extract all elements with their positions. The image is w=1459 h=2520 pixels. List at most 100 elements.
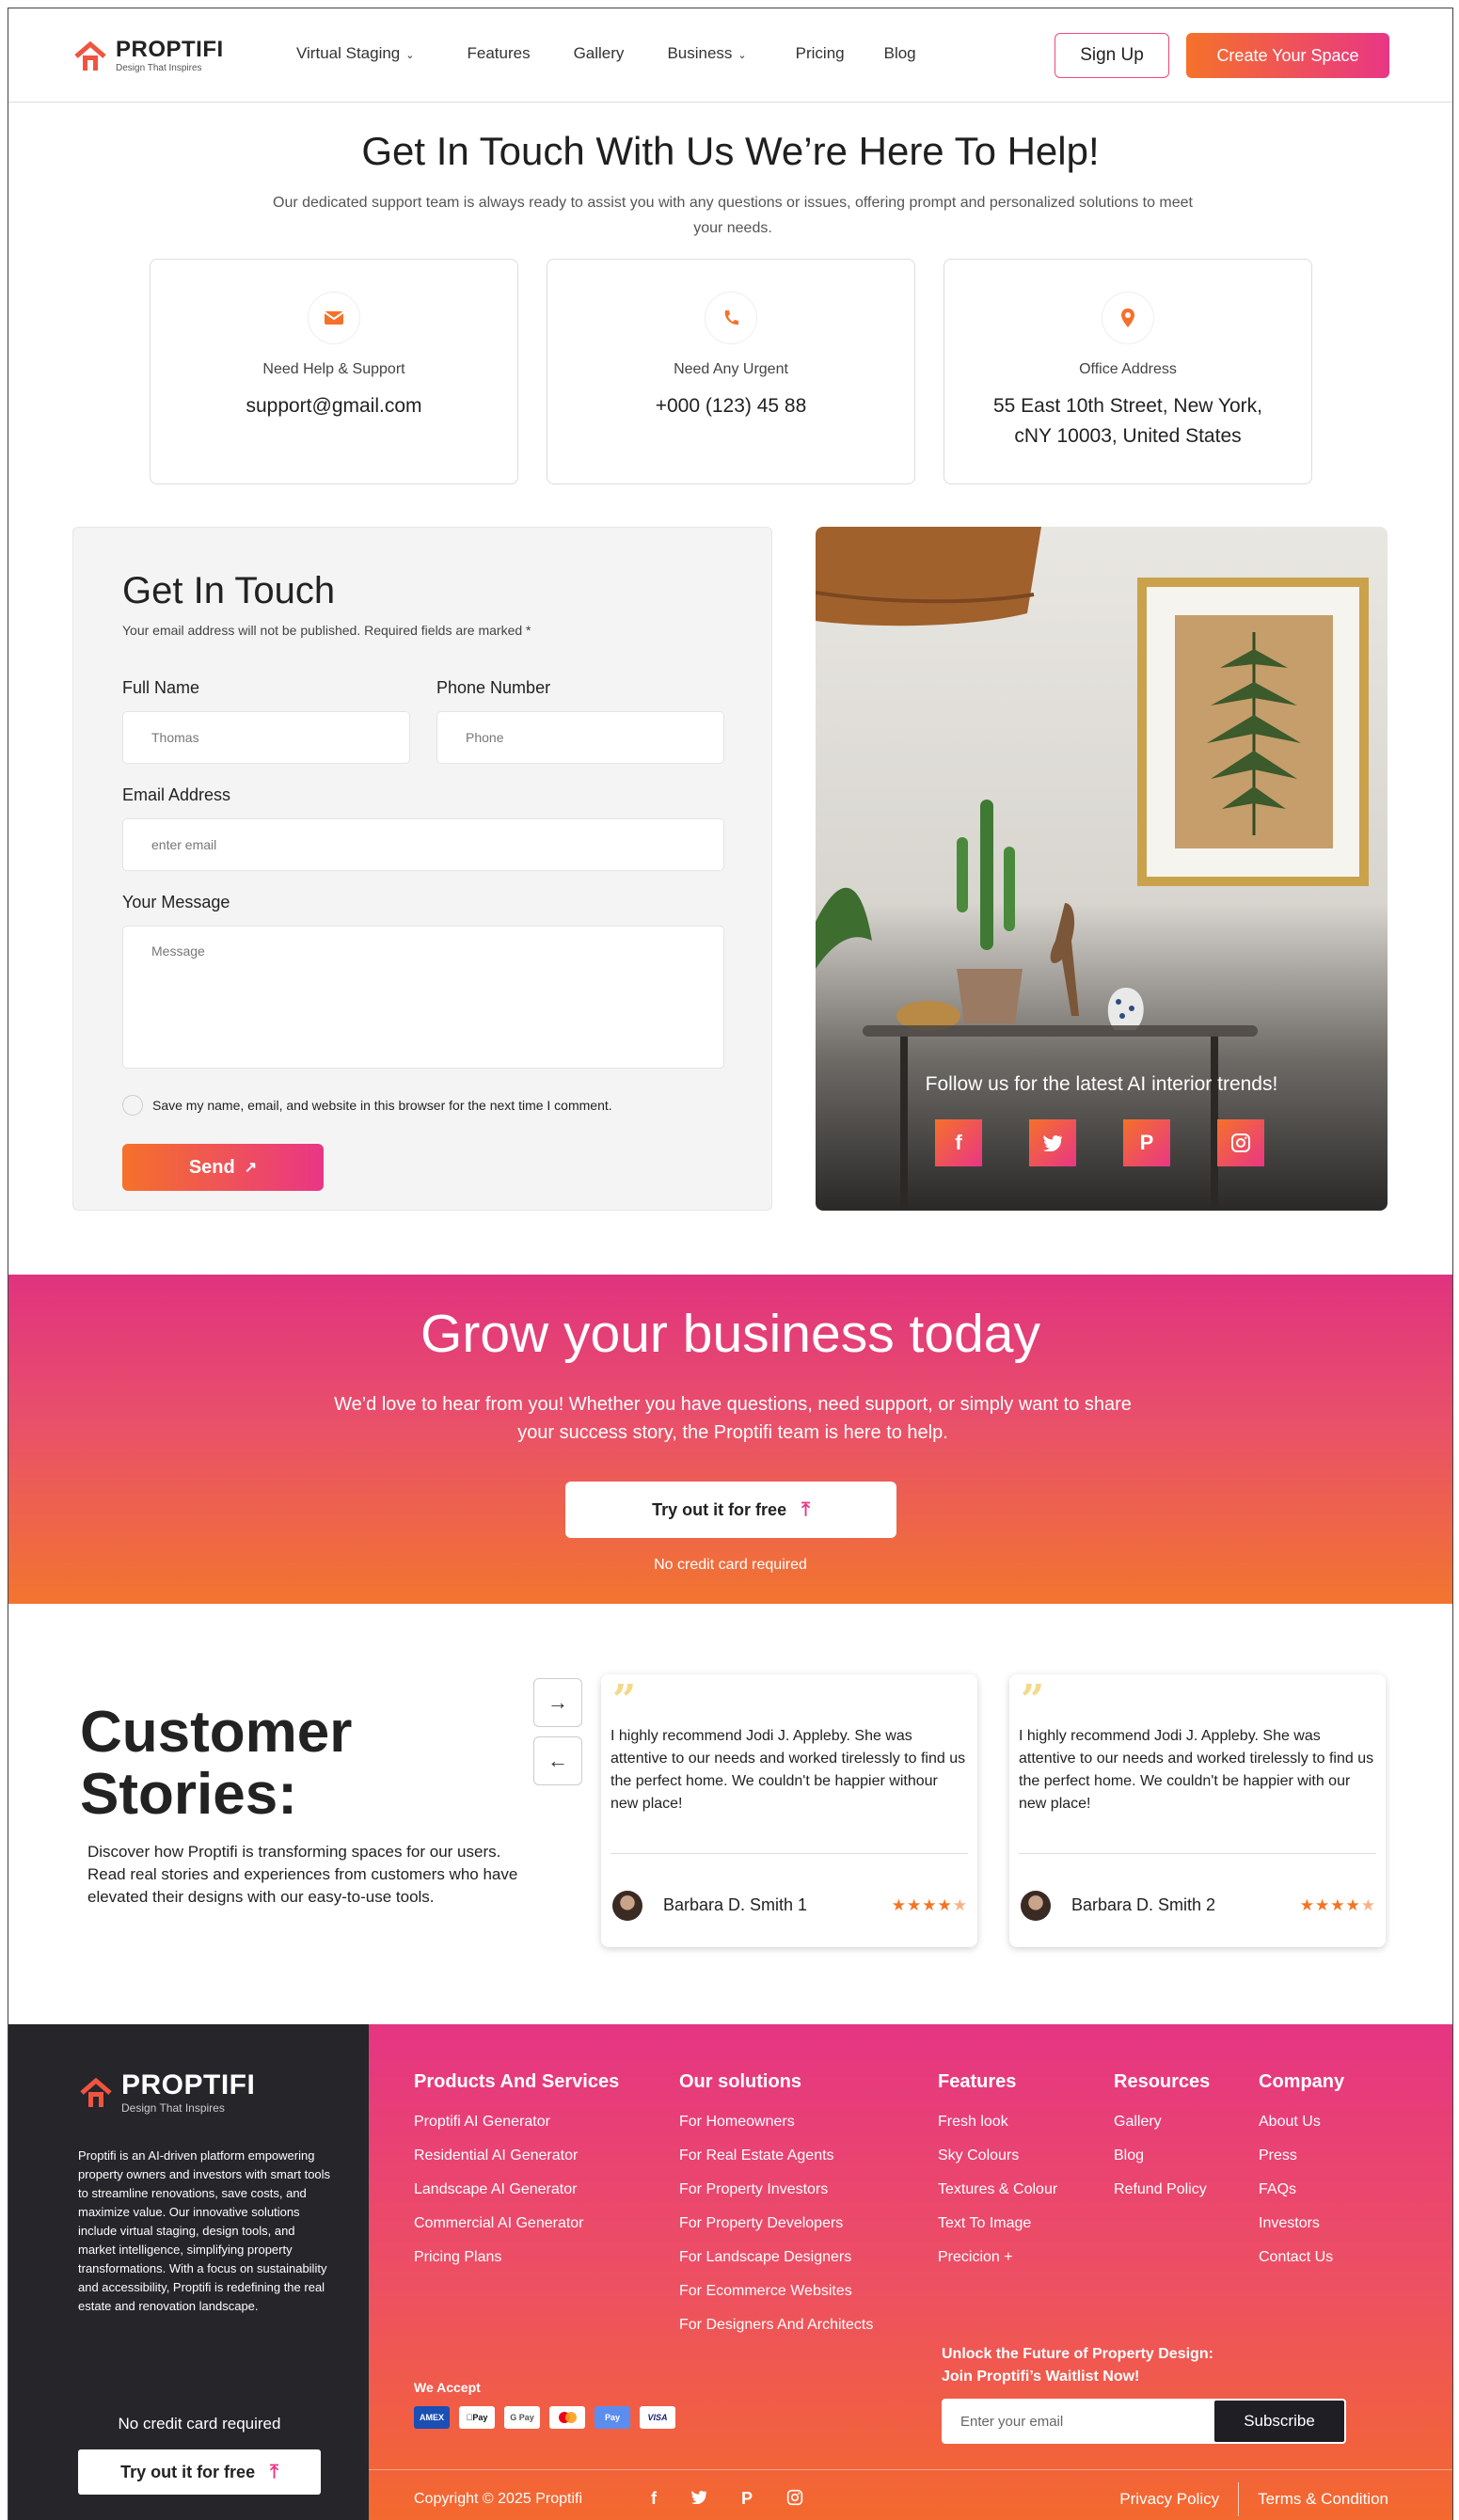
footer-link[interactable]: Residential AI Generator [414, 2148, 619, 2164]
next-arrow-button[interactable]: → [533, 1678, 582, 1727]
logo-house-icon [80, 2077, 112, 2107]
send-button[interactable]: Send ↗ [122, 1144, 324, 1191]
samsung-pay-icon: Pay [595, 2406, 630, 2429]
support-email[interactable]: support@gmail.com [151, 391, 517, 421]
footer-link[interactable]: Investors [1259, 2215, 1344, 2232]
footer-link[interactable]: For Designers And Architects [679, 2317, 873, 2334]
footer-logo[interactable]: PROPTIFI Design That Inspires [78, 2071, 255, 2115]
pinterest-icon[interactable]: P [1123, 1119, 1170, 1166]
footer-link[interactable]: Contact Us [1259, 2249, 1344, 2266]
we-accept-label: We Accept [414, 2380, 481, 2395]
chevron-down-icon: ⌄ [405, 50, 415, 61]
email-input[interactable] [122, 818, 724, 871]
facebook-icon[interactable]: f [935, 1119, 982, 1166]
footer-link[interactable]: For Property Developers [679, 2215, 873, 2232]
footer-link[interactable]: Pricing Plans [414, 2249, 619, 2266]
footer-link[interactable]: Commercial AI Generator [414, 2215, 619, 2232]
footer-link[interactable]: Textures & Colour [938, 2181, 1057, 2198]
brand-logo[interactable]: PROPTIFI Design That Inspires [72, 39, 224, 73]
footer-link[interactable]: For Property Investors [679, 2181, 873, 2198]
divider [1238, 2482, 1240, 2516]
terms-link[interactable]: Terms & Condition [1258, 2490, 1388, 2509]
footer-col-solutions: Our solutions For Homeowners For Real Es… [679, 2071, 873, 2351]
full-name-label: Full Name [122, 678, 200, 697]
footer-link[interactable]: Landscape AI Generator [414, 2181, 619, 2198]
arrow-left-icon: ← [547, 1749, 568, 1772]
footer-brand-tagline: Design That Inspires [121, 2101, 225, 2115]
payment-methods: AMEX Pay G Pay Pay VISA [414, 2406, 675, 2429]
instagram-icon[interactable] [1217, 1119, 1264, 1166]
phone-input[interactable] [436, 711, 724, 764]
privacy-policy-link[interactable]: Privacy Policy [1119, 2490, 1219, 2509]
twitter-icon[interactable] [1029, 1119, 1076, 1166]
instagram-icon[interactable] [786, 2489, 803, 2511]
footer-link[interactable]: For Real Estate Agents [679, 2148, 873, 2164]
contact-card-support: Need Help & Support support@gmail.com [150, 259, 518, 484]
full-name-input[interactable] [122, 711, 410, 764]
form-note: Your email address will not be published… [122, 623, 531, 638]
create-your-space-button[interactable]: Create Your Space [1186, 33, 1389, 78]
footer-col-title: Features [938, 2071, 1017, 2092]
logo-house-icon [74, 40, 106, 71]
twitter-icon[interactable] [690, 2489, 707, 2511]
contact-card-phone: Need Any Urgent +000 (123) 45 88 [547, 259, 915, 484]
footer-link[interactable]: Sky Colours [938, 2148, 1057, 2164]
footer-try-free-button[interactable]: Try out it for free ⤒ [78, 2449, 321, 2495]
avatar [612, 1891, 642, 1921]
waitlist-line-1: Unlock the Future of Property Design: [942, 2346, 1213, 2362]
subscribe-button[interactable]: Subscribe [1214, 2401, 1344, 2442]
phone-icon [705, 292, 757, 344]
footer-link[interactable]: Gallery [1114, 2114, 1210, 2131]
footer-link[interactable]: About Us [1259, 2114, 1344, 2131]
footer-link[interactable]: For Landscape Designers [679, 2249, 873, 2266]
grow-title: Grow your business today [420, 1304, 1040, 1364]
copyright-text: Copyright © 2025 Proptifi [414, 2491, 582, 2507]
amex-icon: AMEX [414, 2406, 450, 2429]
nav-business-label: Business [667, 44, 733, 62]
nav-virtual-staging[interactable]: Virtual Staging ⌄ [296, 44, 414, 63]
footer-link[interactable]: Press [1259, 2148, 1344, 2164]
page-frame: PROPTIFI Design That Inspires Virtual St… [8, 8, 1453, 2520]
footer-link[interactable]: Proptifi AI Generator [414, 2114, 619, 2131]
chevron-down-icon: ⌄ [737, 50, 747, 61]
subscribe-email-input[interactable] [944, 2401, 1216, 2442]
footer-link[interactable]: FAQs [1259, 2181, 1344, 2198]
try-free-button[interactable]: Try out it for free ⤒ [565, 1482, 896, 1538]
page-subtitle: Our dedicated support team is always rea… [273, 195, 1193, 236]
footer-link[interactable]: Refund Policy [1114, 2181, 1210, 2198]
facebook-icon[interactable]: f [651, 2489, 657, 2511]
waitlist-line-2: Join Proptifi’s Waitlist Now! [942, 2369, 1140, 2385]
review-text: I highly recommend Jodi J. Appleby. She … [1019, 1728, 1374, 1812]
nav-blog[interactable]: Blog [884, 44, 916, 63]
nav-gallery[interactable]: Gallery [574, 44, 625, 63]
stories-description: Discover how Proptifi is transforming sp… [87, 1843, 518, 1906]
footer-col-resources: Resources Gallery Blog Refund Policy [1114, 2071, 1210, 2215]
footer-link[interactable]: Text To Image [938, 2215, 1057, 2232]
prev-arrow-button[interactable]: ← [533, 1736, 582, 1785]
save-info-checkbox[interactable] [122, 1095, 143, 1116]
sign-up-button[interactable]: Sign Up [1055, 33, 1169, 78]
google-pay-icon: G Pay [504, 2406, 540, 2429]
footer-link[interactable]: Precicion + [938, 2249, 1057, 2266]
page-title: Get In Touch With Us We’re Here To Help! [361, 129, 1100, 173]
footer-link[interactable]: Blog [1114, 2148, 1210, 2164]
nav-business[interactable]: Business ⌄ [667, 44, 746, 63]
footer-bottom-bar: Copyright © 2025 Proptifi f P Privacy Po… [369, 2469, 1452, 2520]
upload-icon: ⤒ [801, 1498, 810, 1520]
footer-link[interactable]: For Homeowners [679, 2114, 873, 2131]
support-phone[interactable]: +000 (123) 45 88 [547, 391, 914, 421]
grow-business-banner: Grow your business today We’d love to he… [8, 1275, 1452, 1604]
avatar [1021, 1891, 1051, 1921]
try-free-label: Try out it for free [652, 1499, 787, 1519]
footer-link[interactable]: Fresh look [938, 2114, 1057, 2131]
nav-pricing[interactable]: Pricing [796, 44, 845, 63]
arrow-right-icon: → [547, 1690, 568, 1714]
footer-link[interactable]: For Ecommerce Websites [679, 2283, 873, 2300]
message-textarea[interactable] [122, 926, 724, 1069]
pinterest-icon[interactable]: P [741, 2489, 753, 2511]
footer-col-title: Products And Services [414, 2071, 620, 2092]
social-links: f P [935, 1119, 1264, 1166]
nav-links: Virtual Staging ⌄ Features Gallery Busine… [296, 44, 916, 63]
nav-features[interactable]: Features [467, 44, 530, 63]
footer-col-company: Company About Us Press FAQs Investors Co… [1259, 2071, 1344, 2283]
